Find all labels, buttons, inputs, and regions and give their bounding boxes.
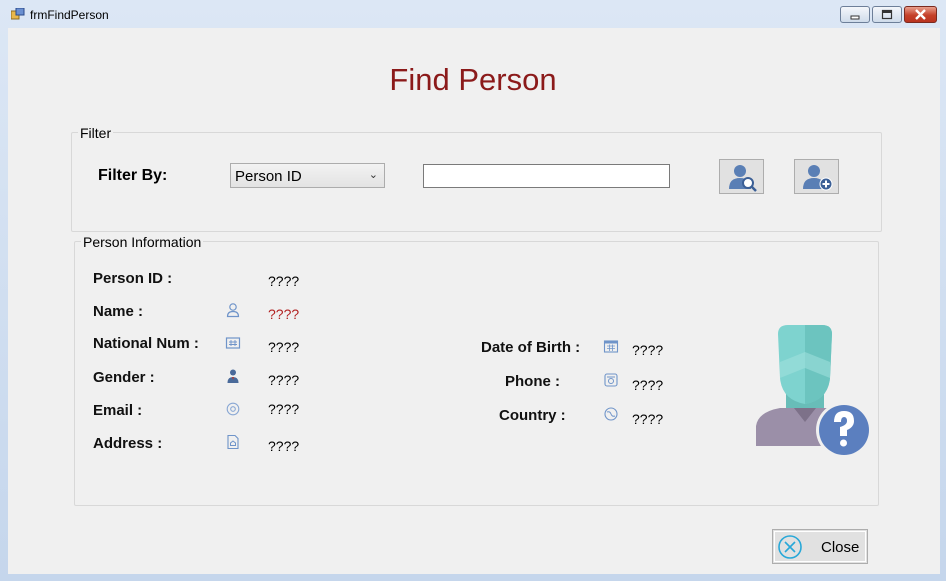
id-card-icon [225,337,241,349]
minimize-button[interactable] [840,6,870,23]
close-icon [915,9,926,20]
person-search-icon [729,165,757,192]
country-value: ???? [632,411,664,427]
national-num-label: National Num : [93,335,199,352]
person-info-group-label: Person Information [81,234,204,250]
email-label: Email : [93,402,143,419]
person-id-label: Person ID : [93,270,173,287]
close-button-label: Close [821,539,860,556]
national-num-value: ???? [268,339,300,355]
name-value: ???? [268,306,300,322]
search-person-button[interactable] [719,159,764,194]
address-label: Address : [93,435,163,452]
add-person-button[interactable] [794,159,839,194]
title-bar: frmFindPerson [0,0,946,28]
email-value: ???? [268,401,300,417]
app-window: frmFindPerson Find Person Filter Filter … [0,0,946,581]
filter-by-label: Filter By: [98,167,168,184]
app-form-icon [11,8,25,20]
window-title: frmFindPerson [30,8,109,22]
address-value: ???? [268,438,300,454]
person-id-value: ???? [268,273,300,289]
address-document-icon [227,434,239,450]
gender-value: ???? [268,372,300,388]
phone-label: Phone : [505,373,560,390]
calendar-icon [603,340,619,353]
maximize-button[interactable] [872,6,902,23]
gender-label: Gender : [93,369,155,386]
filter-value-input[interactable] [423,164,670,188]
close-circle-icon [778,535,802,559]
filter-by-select[interactable]: Person ID ⌄ [230,163,385,188]
globe-icon [604,407,618,421]
filter-by-selected-value: Person ID [235,168,302,185]
unknown-person-avatar [756,325,872,458]
form-heading: Find Person [389,62,557,97]
filter-group-label: Filter [78,125,114,141]
phone-value: ???? [632,377,664,393]
user-icon [226,303,240,318]
minimize-icon [850,15,860,20]
person-add-icon [803,165,833,191]
maximize-icon [881,9,893,20]
window-close-button[interactable] [904,6,937,23]
date-of-birth-label: Date of Birth : [481,339,581,356]
gender-person-icon [227,369,239,383]
phone-icon [604,373,618,387]
chevron-down-icon: ⌄ [368,169,378,181]
country-label: Country : [499,407,566,424]
close-button[interactable]: Close [772,529,868,564]
at-sign-icon [226,402,240,416]
name-label: Name : [93,303,144,320]
date-of-birth-value: ???? [632,342,664,358]
